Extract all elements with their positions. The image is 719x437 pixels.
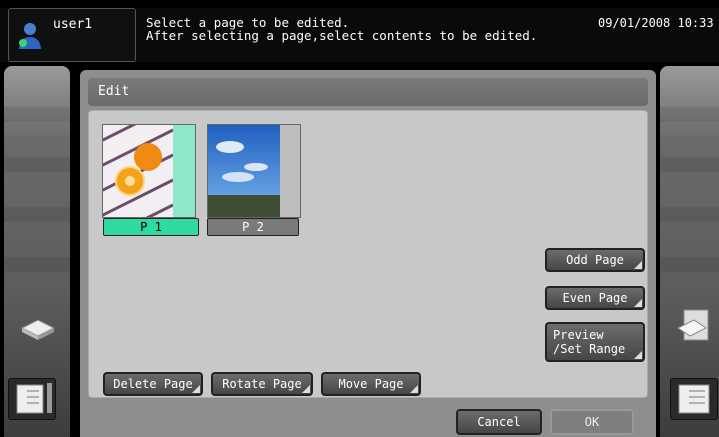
message-line2: After selecting a page,select contents t… [146, 28, 538, 43]
job-list-button[interactable] [8, 378, 56, 420]
left-side-panel [4, 66, 70, 437]
sky-image [208, 125, 300, 217]
side-strip [4, 256, 70, 272]
user-name: user1 [53, 17, 93, 32]
job-list-icon [16, 383, 52, 414]
ok-button[interactable]: OK [550, 409, 634, 435]
user-icon [19, 23, 41, 49]
user-box[interactable]: user1 [8, 8, 136, 62]
settings-list-button[interactable] [670, 378, 718, 420]
side-strip [660, 206, 719, 222]
right-side-panel [660, 66, 719, 437]
side-strip [4, 206, 70, 222]
side-strip [660, 106, 719, 122]
rotate-page-button[interactable]: Rotate Page [211, 372, 313, 396]
move-page-button[interactable]: Move Page [321, 372, 421, 396]
scanner-icon [20, 319, 56, 340]
copier-icon [677, 309, 709, 341]
side-strip [4, 106, 70, 122]
edit-panel: Edit P 1 P 2 Odd Page Even Page Preview … [80, 70, 656, 437]
orange-image [103, 125, 195, 217]
preview-set-range-button[interactable]: Preview /Set Range [545, 322, 645, 362]
side-strip [660, 156, 719, 172]
page-label-1[interactable]: P 1 [103, 218, 199, 236]
title-bar: Edit [88, 78, 648, 106]
page-label-2[interactable]: P 2 [207, 218, 299, 236]
delete-page-button[interactable]: Delete Page [103, 372, 203, 396]
side-strip [4, 156, 70, 172]
page-thumbnail-1[interactable] [102, 124, 196, 218]
odd-page-button[interactable]: Odd Page [545, 248, 645, 272]
list-icon [678, 384, 710, 414]
datetime: 09/01/2008 10:33 [598, 16, 714, 30]
side-strip [660, 256, 719, 272]
instruction-message: Select a page to be edited. After select… [146, 16, 537, 42]
top-bar: user1 Select a page to be edited. After … [0, 8, 719, 62]
footer-bar: Cancel OK [80, 405, 656, 437]
panel-title: Edit [98, 84, 130, 99]
page-thumbnail-2[interactable] [207, 124, 301, 218]
cancel-button[interactable]: Cancel [456, 409, 542, 435]
page-area: P 1 P 2 Odd Page Even Page Preview /Set … [88, 110, 648, 398]
even-page-button[interactable]: Even Page [545, 286, 645, 310]
